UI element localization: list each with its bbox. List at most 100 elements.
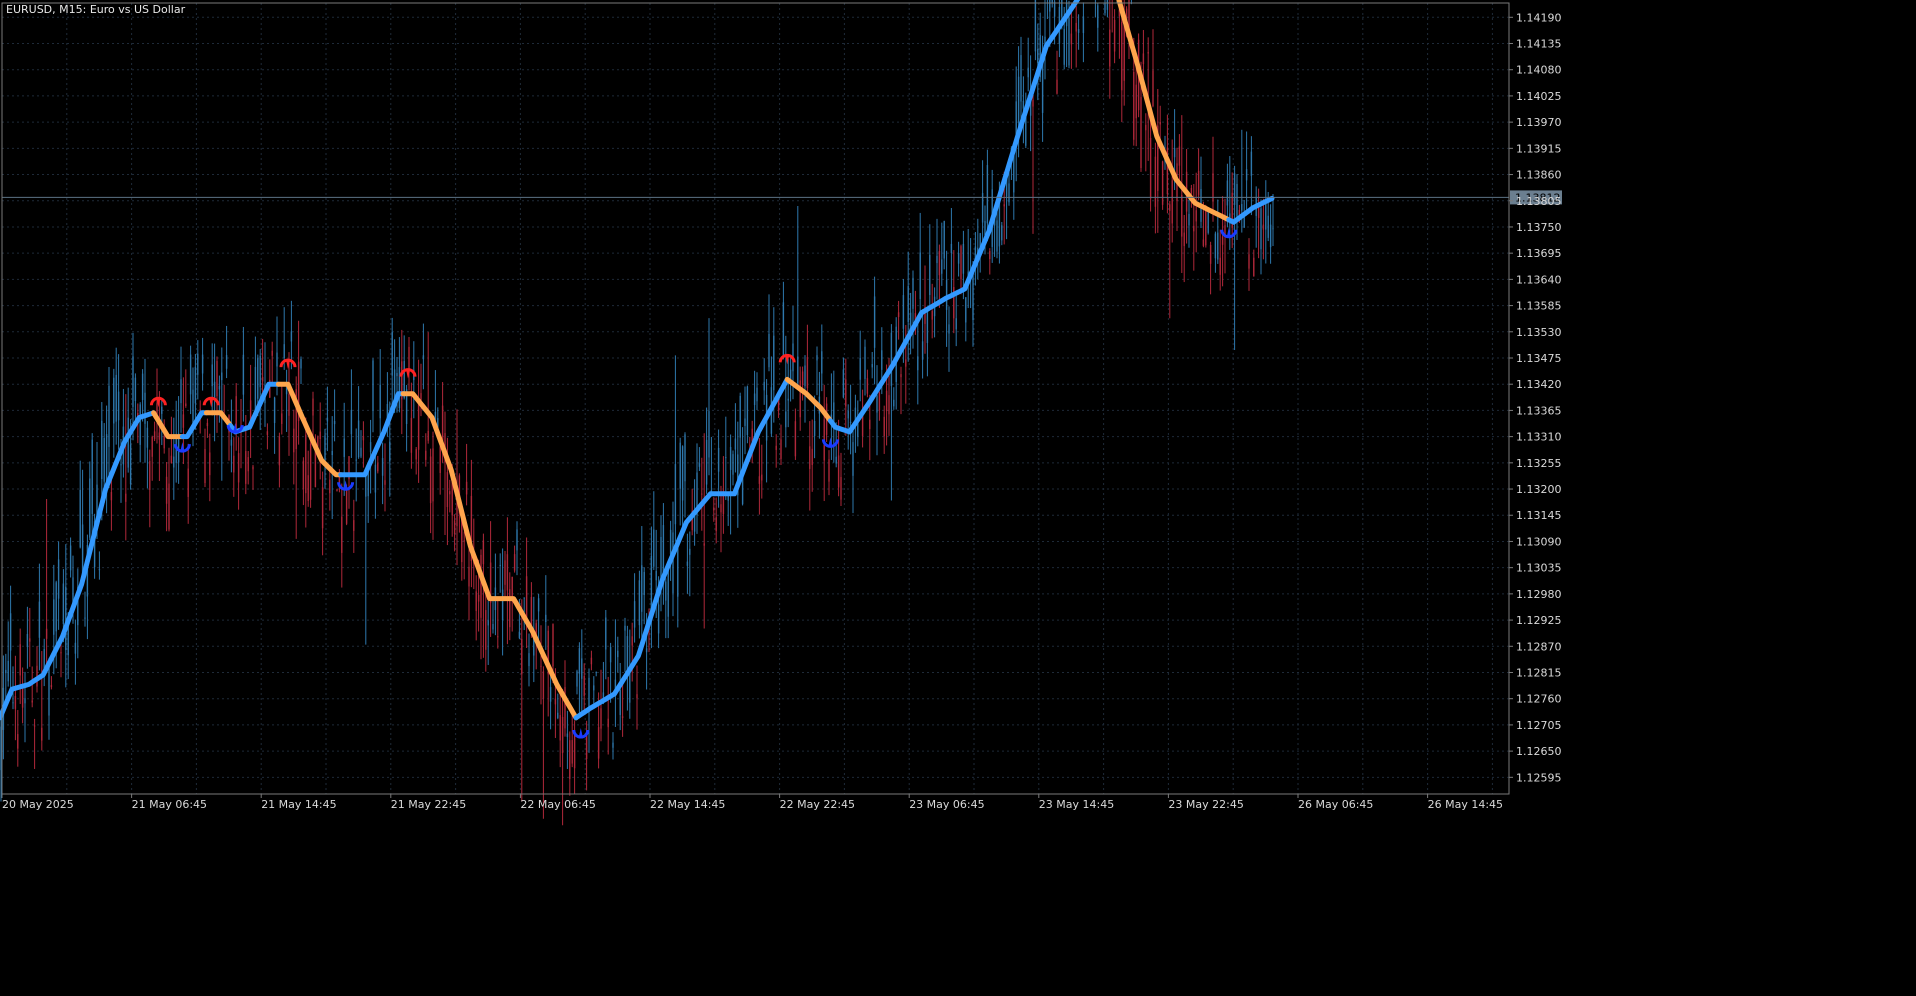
candle-body (941, 259, 943, 274)
candle-body (578, 648, 581, 674)
candle-body (1049, 0, 1051, 12)
candle-body (698, 463, 701, 467)
candle-body (840, 476, 842, 500)
candle-body (506, 554, 509, 591)
candle-body (237, 453, 240, 483)
candle-body (50, 685, 53, 688)
candle-body (501, 589, 504, 621)
candle-body (333, 420, 336, 425)
chart-title: EURUSD, M15: Euro vs US Dollar (6, 3, 186, 16)
candle-body (1133, 71, 1135, 140)
candle-body (893, 399, 895, 407)
downtrend-segment (400, 391, 579, 721)
candle-body (787, 398, 789, 401)
candle-body (1209, 244, 1212, 264)
time-tick-label: 23 May 22:45 (1168, 798, 1243, 811)
candle-body (1121, 22, 1123, 91)
candle-body (1236, 184, 1238, 218)
candle-body (617, 650, 619, 658)
candle-body (1181, 194, 1183, 237)
candle-body (542, 671, 545, 699)
price-tick-label: 1.12925 (1516, 614, 1562, 627)
price-tick-label: 1.13310 (1516, 431, 1562, 444)
candle-body (1106, 0, 1109, 10)
candle-body (48, 665, 50, 716)
candle-body (1183, 232, 1185, 247)
buy-signal-icon (1220, 227, 1238, 239)
candle-body (773, 335, 775, 391)
candle-body (605, 617, 607, 650)
candle-body (273, 397, 276, 423)
candle-body (955, 318, 957, 330)
candle-body (758, 476, 761, 484)
candle-body (0, 726, 2, 771)
sell-signal-icon (399, 368, 417, 379)
buy-signal-icon (173, 442, 191, 453)
time-tick-label: 23 May 14:45 (1039, 798, 1114, 811)
candle-body (12, 702, 14, 704)
downtrend-segment (275, 381, 344, 478)
candle-body (120, 464, 122, 466)
candle-body (252, 466, 254, 470)
price-tick-label: 1.12760 (1516, 693, 1562, 706)
price-tick-label: 1.13090 (1516, 535, 1562, 548)
candle-body (950, 243, 953, 254)
candle-body (708, 411, 710, 458)
candle-body (1056, 79, 1058, 94)
price-tick-label: 1.13695 (1516, 247, 1562, 260)
candle-body (1161, 161, 1164, 205)
time-axis[interactable]: 20 May 2025 21 May 06:45 21 May 14:45 21 Ma… (1, 794, 1503, 811)
candle-body (480, 554, 482, 618)
candle-body (449, 491, 451, 495)
candle-body (883, 416, 885, 437)
candle-body (672, 532, 674, 594)
candle-body (309, 443, 312, 500)
candle-body (866, 378, 869, 394)
sell-signal-icon (279, 358, 297, 370)
candle-body (384, 480, 386, 485)
candle-body (593, 685, 595, 691)
candle-body (398, 367, 401, 409)
candle-body (926, 309, 929, 344)
candle-body (888, 395, 890, 415)
price-axis[interactable]: 1.12595 1.12650 1.12705 1.12760 1.12815 1.128… (1509, 11, 1562, 784)
price-chart[interactable]: 1.13812 1.125951.126501.127051.127601.12… (0, 0, 1916, 996)
candle-body (573, 734, 576, 769)
price-tick-label: 1.12815 (1516, 666, 1562, 679)
candle-body (321, 487, 324, 529)
candle-body (1109, 29, 1111, 67)
candle-body (247, 457, 249, 472)
candle-body (1140, 97, 1142, 169)
candle-body (686, 561, 689, 566)
candle-body (146, 427, 149, 448)
candle-body (1027, 67, 1029, 78)
candle-body (674, 464, 677, 525)
candle-body (441, 405, 444, 442)
candle-body (98, 569, 101, 571)
candle-body (715, 517, 717, 532)
candle-body (391, 332, 393, 376)
candle-body (108, 385, 110, 447)
candle-body (463, 540, 465, 542)
candle-body (679, 442, 681, 489)
price-tick-label: 1.12870 (1516, 640, 1562, 653)
candle-body (379, 384, 381, 419)
candle-body (233, 455, 235, 473)
candle-body (396, 373, 398, 377)
candle-body (842, 369, 845, 398)
candle-body (938, 250, 941, 276)
candle-body (353, 520, 355, 531)
candle-body (192, 389, 194, 425)
candle-body (590, 657, 593, 665)
candle-body (873, 296, 876, 348)
candle-body (81, 524, 84, 574)
candle-body (216, 360, 218, 397)
candle-body (917, 356, 919, 371)
candle-body (525, 576, 528, 621)
sell-signal-icon (778, 353, 796, 365)
candle-body (209, 452, 211, 476)
candle-body (1269, 224, 1272, 248)
candle-body (569, 740, 571, 779)
candle-body (996, 220, 998, 252)
candle-body (753, 393, 756, 406)
